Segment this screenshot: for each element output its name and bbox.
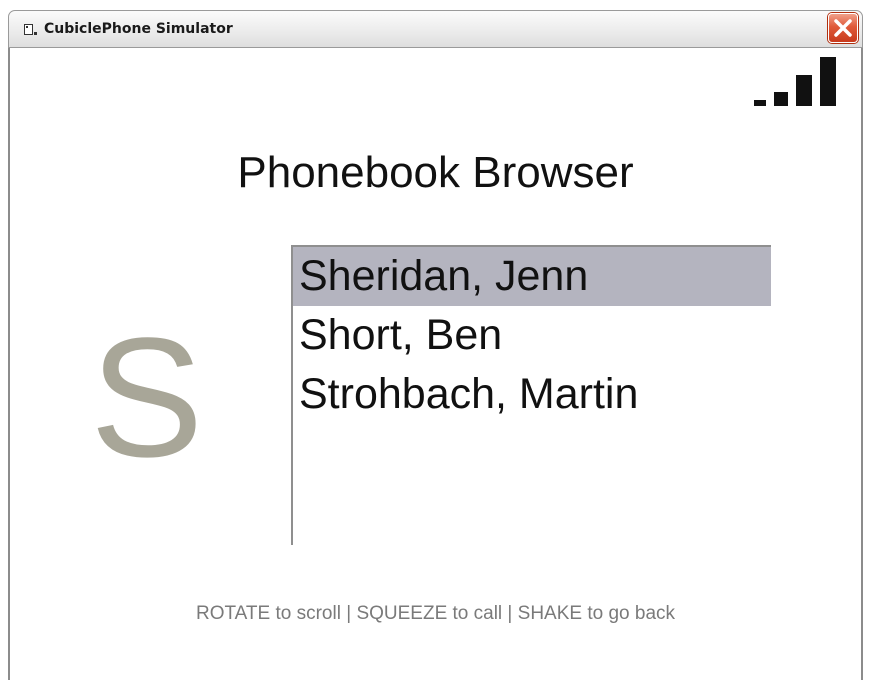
gesture-instructions: ROTATE to scroll | SQUEEZE to call | SHA… [195,603,676,624]
signal-strength-icon [754,57,836,106]
window-title: CubiclePhone Simulator [44,21,233,37]
title-bar[interactable]: CubiclePhone Simulator [8,10,863,48]
contact-list[interactable]: Sheridan, Jenn Short, Ben Strohbach, Mar… [291,245,771,545]
close-button[interactable] [828,13,858,43]
contact-item[interactable]: Sheridan, Jenn [293,247,771,306]
phone-screen: Phonebook Browser S Sheridan, Jenn Short… [8,48,863,680]
page-title: Phonebook Browser [237,148,634,197]
contact-item[interactable]: Strohbach, Martin [293,365,771,424]
close-icon [834,19,852,37]
alphabet-index-letter: S [90,303,204,493]
contact-item[interactable]: Short, Ben [293,306,771,365]
app-window-icon [24,24,37,35]
simulator-window: CubiclePhone Simulator Phonebook Browser… [0,0,869,680]
